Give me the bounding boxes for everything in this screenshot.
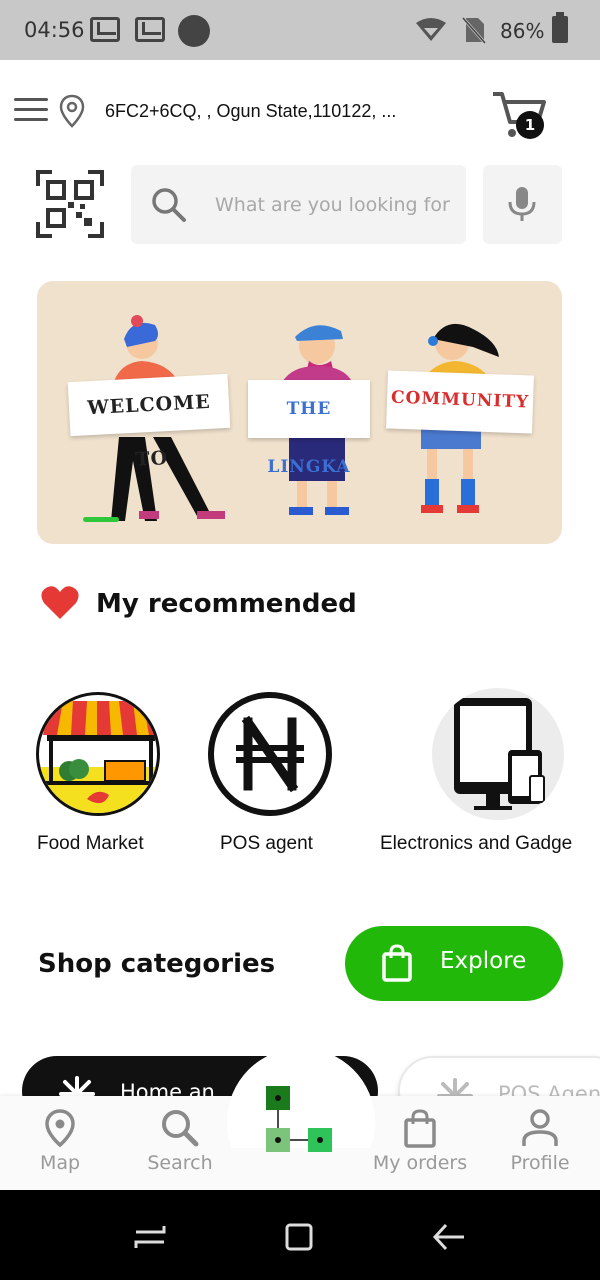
devices-icon bbox=[432, 688, 564, 820]
recommended-item-electronics[interactable] bbox=[432, 688, 564, 820]
promo-banner[interactable]: WELCOME TO THE LINGKA COMMUNITY bbox=[37, 281, 562, 544]
nav-label: My orders bbox=[372, 1152, 468, 1174]
search-input[interactable] bbox=[215, 165, 455, 244]
market-stall-icon bbox=[36, 692, 160, 816]
menu-icon[interactable] bbox=[14, 98, 50, 124]
qr-scan-icon[interactable] bbox=[36, 170, 104, 238]
app-header: 6FC2+6CQ, , Ogun State,110122, ... bbox=[0, 60, 600, 160]
shopping-bag-icon bbox=[382, 944, 412, 982]
shopping-bag-icon bbox=[404, 1109, 436, 1148]
notification-dot-icon bbox=[178, 15, 210, 47]
naira-icon bbox=[208, 692, 332, 816]
nav-map[interactable]: Map bbox=[0, 1108, 120, 1174]
status-bar: 04:56 86% bbox=[0, 0, 600, 60]
mail-notification-icon bbox=[90, 17, 120, 42]
lingka-network-icon[interactable] bbox=[258, 1086, 338, 1156]
banner-sign-lingka: THE LINGKA bbox=[248, 380, 370, 477]
recommended-label: POS agent bbox=[220, 833, 313, 854]
recent-apps-icon[interactable] bbox=[134, 1222, 166, 1250]
recommended-label: Electronics and Gadge bbox=[380, 833, 573, 854]
profile-icon bbox=[522, 1109, 558, 1146]
system-navigation-bar bbox=[0, 1190, 600, 1280]
explore-button[interactable]: Explore bbox=[345, 926, 563, 1001]
carousel-indicator bbox=[83, 517, 119, 522]
recommended-item-pos-agent[interactable] bbox=[208, 692, 332, 816]
search-bar[interactable] bbox=[131, 165, 466, 244]
nav-profile[interactable]: Profile bbox=[480, 1108, 600, 1174]
nav-label: Map bbox=[39, 1152, 81, 1174]
wifi-icon bbox=[416, 18, 446, 41]
recommended-item-food-market[interactable] bbox=[36, 692, 160, 816]
battery-percent: 86% bbox=[500, 19, 545, 43]
explore-label: Explore bbox=[440, 948, 527, 974]
recommended-title: My recommended bbox=[96, 589, 357, 619]
nav-label: Profile bbox=[510, 1152, 570, 1174]
voice-search-button[interactable] bbox=[483, 165, 562, 244]
nav-my-orders[interactable]: My orders bbox=[360, 1108, 480, 1174]
home-icon[interactable] bbox=[284, 1222, 314, 1252]
banner-sign-community: COMMUNITY bbox=[386, 370, 534, 434]
microphone-icon bbox=[508, 187, 536, 221]
map-pin-icon bbox=[45, 1109, 75, 1148]
banner-sign-welcome: WELCOME TO bbox=[67, 373, 231, 471]
status-time: 04:56 bbox=[24, 18, 85, 42]
search-icon bbox=[162, 1110, 199, 1147]
mail-notification-icon bbox=[135, 17, 165, 42]
nav-search[interactable]: Search bbox=[120, 1108, 240, 1174]
delivery-address[interactable]: 6FC2+6CQ, , Ogun State,110122, ... bbox=[105, 101, 396, 122]
nav-label: Search bbox=[147, 1152, 213, 1174]
search-icon bbox=[152, 188, 186, 222]
shop-categories-title: Shop categories bbox=[38, 949, 276, 979]
location-pin-icon[interactable] bbox=[58, 94, 86, 128]
battery-icon bbox=[552, 12, 568, 43]
heart-icon bbox=[41, 586, 79, 619]
no-sim-icon bbox=[462, 17, 486, 44]
cart-count-badge: 1 bbox=[516, 111, 544, 139]
recommended-label: Food Market bbox=[37, 833, 144, 854]
back-icon[interactable] bbox=[432, 1222, 466, 1252]
